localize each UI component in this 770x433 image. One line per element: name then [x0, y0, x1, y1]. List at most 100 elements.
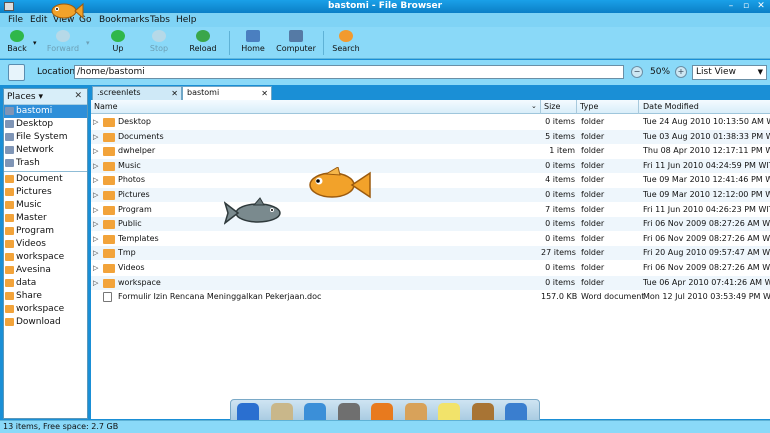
- file-row[interactable]: ▷ Templates 0 items folder Fri 06 Nov 2009 0…: [91, 232, 770, 246]
- expander-arrow-icon[interactable]: ▷: [93, 261, 98, 275]
- file-row[interactable]: ▷ Public 0 items folder Fri 06 Nov 2009 08:2…: [91, 217, 770, 232]
- column-divider[interactable]: [576, 100, 577, 114]
- folder-icon: [5, 253, 14, 261]
- location-input[interactable]: /home/bastomi: [74, 65, 624, 79]
- view-mode-select[interactable]: List View ▼: [692, 65, 767, 80]
- menu-bookmarks[interactable]: Bookmarks: [99, 15, 149, 25]
- expander-arrow-icon[interactable]: ▷: [93, 159, 98, 173]
- close-sidebar-button[interactable]: ✕: [74, 91, 82, 101]
- file-row[interactable]: ▷ Desktop 0 items folder Tue 24 Aug 2010 10:…: [91, 115, 770, 129]
- file-size: 5 items: [545, 131, 575, 141]
- expander-arrow-icon[interactable]: ▷: [93, 173, 98, 187]
- expander-arrow-icon[interactable]: ▷: [93, 203, 98, 217]
- sidebar-item-label: Desktop: [16, 119, 54, 129]
- tab-label: .screenlets: [97, 88, 141, 97]
- maximize-button[interactable]: ▫: [741, 2, 751, 11]
- forward-history-dropdown[interactable]: ▾: [86, 39, 90, 47]
- tab-screenlets[interactable]: .screenlets ✕: [92, 86, 182, 100]
- menu-file[interactable]: File: [8, 15, 23, 25]
- file-size: 0 items: [545, 117, 575, 126]
- file-row[interactable]: ▷ dwhelper 1 item folder Thu 08 Apr 2010 12:…: [91, 144, 770, 158]
- sidebar-item-trash[interactable]: Trash: [4, 157, 87, 170]
- file-row[interactable]: ▷ Photos 4 items folder Tue 09 Mar 2010 12:4…: [91, 173, 770, 187]
- up-button[interactable]: Up: [108, 30, 128, 53]
- expander-arrow-icon[interactable]: ▷: [93, 246, 98, 260]
- file-row[interactable]: Formulir Izin Rencana Meninggalkan Peker…: [91, 290, 770, 304]
- sidebar-item-pictures[interactable]: Pictures: [4, 186, 87, 199]
- menu-help[interactable]: Help: [176, 15, 197, 25]
- file-date: Fri 11 Jun 2010 04:26:23 PM WIT: [643, 204, 770, 214]
- expander-arrow-icon[interactable]: ▷: [93, 232, 98, 246]
- sidebar-item-network[interactable]: Network: [4, 144, 87, 157]
- minimize-button[interactable]: –: [726, 2, 736, 11]
- reload-button[interactable]: Reload: [189, 30, 217, 53]
- sidebar-item-data[interactable]: data: [4, 277, 87, 290]
- title-bar: bastomi - File Browser – ▫ ✕: [0, 0, 770, 13]
- expander-arrow-icon[interactable]: ▷: [93, 188, 98, 202]
- forward-button[interactable]: Forward: [45, 30, 81, 53]
- computer-button[interactable]: Computer: [276, 30, 316, 53]
- sidebar-item-music[interactable]: Music: [4, 199, 87, 212]
- file-date: Fri 20 Aug 2010 09:57:47 AM WIT: [643, 248, 770, 258]
- close-tab-icon[interactable]: ✕: [261, 88, 268, 100]
- column-divider[interactable]: [540, 100, 541, 114]
- home-icon: [246, 30, 260, 42]
- file-row[interactable]: ▷ Documents 5 items folder Tue 03 Aug 2010 0…: [91, 129, 770, 144]
- tab-bastomi[interactable]: bastomi ✕: [182, 86, 272, 100]
- sidebar-item-videos[interactable]: Videos: [4, 238, 87, 251]
- column-date[interactable]: Date Modified: [643, 102, 699, 111]
- file-size: 0 items: [545, 277, 575, 287]
- column-size[interactable]: Size: [544, 102, 560, 111]
- column-divider[interactable]: [638, 100, 639, 114]
- search-icon: [339, 30, 353, 42]
- sidebar-item-document[interactable]: Document: [4, 173, 87, 186]
- sidebar-item-workspace[interactable]: workspace: [4, 251, 87, 264]
- zoom-out-button[interactable]: −: [631, 66, 643, 78]
- sidebar-item-download[interactable]: Download: [4, 316, 87, 329]
- file-row[interactable]: ▷ Pictures 0 items folder Tue 09 Mar 2010 12…: [91, 188, 770, 202]
- column-type[interactable]: Type: [580, 102, 598, 111]
- sidebar-item-bastomi[interactable]: bastomi: [4, 105, 87, 118]
- file-name: Program: [118, 204, 152, 214]
- home-button[interactable]: Home: [240, 30, 266, 53]
- file-name: Public: [118, 219, 142, 229]
- sidebar-item-master[interactable]: Master: [4, 212, 87, 225]
- menu-edit[interactable]: Edit: [30, 15, 47, 25]
- expander-arrow-icon[interactable]: ▷: [93, 115, 98, 129]
- folder-icon: [5, 279, 14, 287]
- sidebar-item-avesina[interactable]: Avesina: [4, 264, 87, 277]
- expander-arrow-icon[interactable]: ▷: [93, 144, 98, 158]
- sidebar-item-share[interactable]: Share: [4, 290, 87, 303]
- back-button[interactable]: Back: [6, 30, 28, 53]
- expander-arrow-icon[interactable]: ▷: [93, 130, 98, 144]
- search-button[interactable]: Search: [331, 30, 361, 53]
- menu-tabs[interactable]: Tabs: [150, 15, 170, 25]
- close-window-button[interactable]: ✕: [756, 2, 766, 11]
- file-row[interactable]: ▷ workspace 0 items folder Tue 06 Apr 2010 0…: [91, 275, 770, 290]
- stop-button[interactable]: Stop: [148, 30, 170, 53]
- sidebar-item-file-system[interactable]: File System: [4, 131, 87, 144]
- toolbar-separator: [229, 31, 230, 55]
- file-name: Templates: [118, 233, 159, 243]
- sidebar-item-workspace[interactable]: workspace: [4, 303, 87, 316]
- file-row[interactable]: ▷ Program 7 items folder Fri 11 Jun 2010 04:…: [91, 203, 770, 217]
- toggle-location-button[interactable]: [8, 64, 25, 81]
- folder-icon: [103, 118, 115, 127]
- file-type: folder: [581, 160, 605, 170]
- sidebar-item-program[interactable]: Program: [4, 225, 87, 238]
- places-dropdown[interactable]: Places ▾: [7, 92, 43, 102]
- file-date: Tue 03 Aug 2010 01:38:33 PM WIT: [643, 131, 770, 141]
- expander-arrow-icon[interactable]: ▷: [93, 217, 98, 231]
- back-history-dropdown[interactable]: ▾: [33, 39, 37, 47]
- file-row[interactable]: ▷ Music 0 items folder Fri 11 Jun 2010 04:24…: [91, 158, 770, 173]
- sidebar-item-desktop[interactable]: Desktop: [4, 118, 87, 131]
- file-row[interactable]: ▷ Videos 0 items folder Fri 06 Nov 2009 08:2…: [91, 261, 770, 275]
- close-tab-icon[interactable]: ✕: [171, 88, 178, 100]
- file-row[interactable]: ▷ Tmp 27 items folder Fri 20 Aug 2010 09:57:…: [91, 246, 770, 261]
- computer-label: Computer: [276, 44, 316, 53]
- expander-arrow-icon[interactable]: ▷: [93, 276, 98, 290]
- column-name[interactable]: Name: [94, 102, 118, 111]
- places-label: Places: [7, 92, 36, 102]
- zoom-in-button[interactable]: +: [675, 66, 687, 78]
- sidebar-item-label: Master: [16, 213, 47, 223]
